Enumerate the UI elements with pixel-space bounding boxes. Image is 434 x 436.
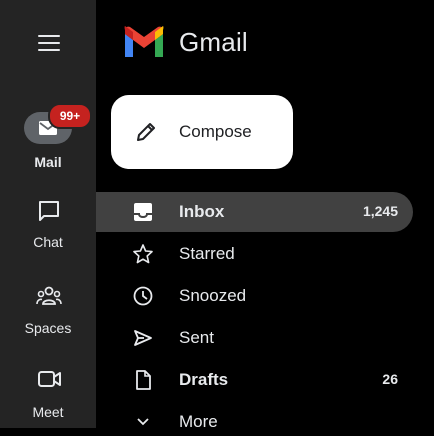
- unread-badge: 99+: [48, 103, 92, 129]
- compose-button[interactable]: Compose: [111, 95, 293, 169]
- nav-item-inbox[interactable]: Inbox 1,245: [96, 192, 413, 232]
- clock-icon: [133, 286, 153, 306]
- compose-label: Compose: [179, 122, 252, 141]
- rail-item-chat[interactable]: Chat: [0, 196, 96, 266]
- menu-bar-1: [38, 35, 60, 37]
- inbox-icon: [134, 203, 152, 221]
- rail-label-chat: Chat: [33, 234, 63, 250]
- nav-item-sent[interactable]: Sent: [96, 318, 413, 358]
- meet-icon: [38, 371, 61, 387]
- nav-label-inbox: Inbox: [179, 202, 225, 221]
- nav-label-starred: Starred: [179, 244, 235, 263]
- pencil-icon: [137, 123, 155, 141]
- rail-label-mail: Mail: [34, 154, 62, 170]
- spaces-icon: [36, 286, 62, 305]
- star-icon: [133, 244, 153, 264]
- nav-label-snoozed: Snoozed: [179, 286, 247, 305]
- gmail-logo-icon[interactable]: [122, 26, 166, 60]
- menu-bar-3: [38, 49, 60, 51]
- nav-item-drafts[interactable]: Drafts 26: [96, 360, 413, 400]
- inbox-count: 1,245: [362, 203, 398, 219]
- nav-item-snoozed[interactable]: Snoozed: [96, 276, 413, 316]
- rail-item-meet[interactable]: Meet: [0, 366, 96, 436]
- nav-item-more[interactable]: More: [96, 402, 413, 428]
- chevron-down-icon: [137, 418, 149, 426]
- draft-icon: [136, 370, 151, 390]
- nav-item-starred[interactable]: Starred: [96, 234, 413, 274]
- drafts-count: 26: [382, 371, 398, 387]
- menu-bar-2: [38, 42, 60, 44]
- nav-label-sent: Sent: [179, 328, 214, 347]
- rail-item-spaces[interactable]: Spaces: [0, 282, 96, 352]
- send-icon: [134, 330, 152, 346]
- gmail-app: Gmail Mail 99+ Chat Spaces Meet Compose …: [0, 0, 434, 428]
- nav-label-drafts: Drafts: [179, 370, 229, 389]
- brand-name: Gmail: [179, 27, 248, 57]
- chat-icon: [39, 201, 59, 221]
- nav-label-more: More: [179, 412, 218, 428]
- rail-label-spaces: Spaces: [24, 320, 72, 336]
- main-menu-button[interactable]: [38, 34, 60, 52]
- rail-label-meet: Meet: [32, 404, 64, 420]
